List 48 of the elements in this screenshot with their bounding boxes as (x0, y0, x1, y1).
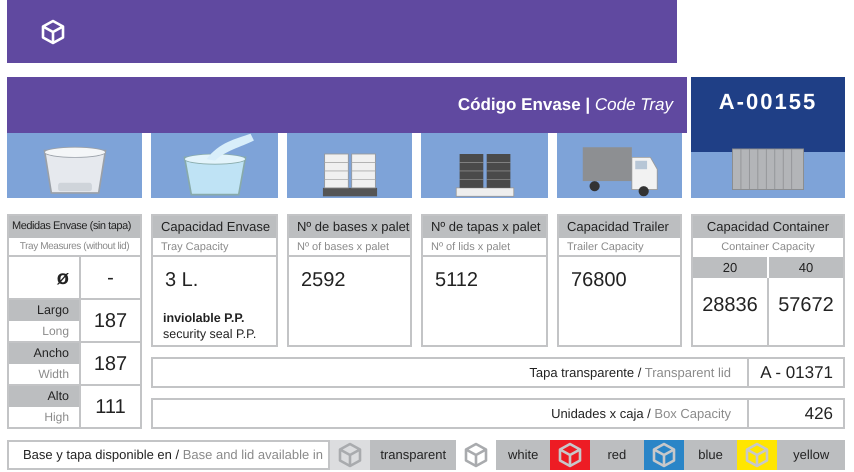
row-label: Tapa transparente / Transparent lid (153, 359, 749, 386)
column-title: Capacidad Envase (153, 216, 276, 238)
dimension-label: Long (41, 322, 70, 340)
column-subtitle: Container Capacity (720, 240, 816, 255)
dimension-label: High (43, 408, 70, 426)
tray-code: A-00155 (718, 88, 818, 116)
color-label: red (606, 446, 628, 464)
spec-value: 76800 (570, 268, 628, 293)
column-subtitle: Nº of bases x palet (289, 238, 410, 257)
column-subtitle: Tray Capacity (153, 238, 276, 257)
container-size: 20 (693, 257, 767, 278)
color-label: white (507, 446, 540, 464)
dimension-label: Largo (9, 300, 79, 320)
dimension-label: Ancho (9, 343, 79, 364)
row-label: Unidades x caja / Box Capacity (153, 400, 749, 427)
dimension-label: Width (37, 366, 70, 382)
dimension-value: 187 (92, 352, 128, 376)
cube-icon (558, 442, 582, 468)
diameter-value: - (106, 266, 115, 290)
spec-value: 5112 (434, 268, 480, 293)
spec-value: 3 L. (164, 268, 200, 293)
seal-note: inviolable P.P. security seal P.P. (162, 310, 258, 342)
container-value: 57672 (767, 278, 843, 345)
column-title: Nº de bases x palet (289, 216, 410, 238)
dimension-value: 111 (94, 394, 127, 420)
dimension-value: 187 (92, 308, 128, 334)
cube-icon (652, 442, 676, 468)
column-title: Medidas Envase (sin tapa) (9, 216, 140, 238)
container-value: 28836 (701, 293, 759, 318)
column-subtitle: Trailer Capacity (559, 238, 680, 257)
container-size: 40 (767, 257, 843, 278)
cube-icon (338, 442, 362, 468)
row-value: 426 (804, 403, 834, 425)
code-tray-label: Código Envase | Code Tray (458, 94, 673, 116)
cube-icon (745, 442, 770, 468)
dimension-label: Alto (9, 386, 79, 406)
cube-icon (464, 442, 488, 468)
column-title: Capacidad Trailer (559, 216, 680, 238)
color-label: yellow (792, 446, 830, 464)
column-title: Nº de tapas x palet (423, 216, 546, 238)
spec-value: 2592 (300, 268, 346, 293)
column-subtitle: Nº of lids x palet (423, 238, 546, 257)
row-value: A - 01371 (759, 362, 834, 384)
column-title: Capacidad Container (693, 216, 843, 238)
color-label: transparent (379, 446, 448, 464)
availability-label: Base y tapa disponible en / Base and lid available in (7, 440, 330, 470)
color-label: blue (697, 446, 724, 464)
cube-icon (41, 18, 65, 44)
